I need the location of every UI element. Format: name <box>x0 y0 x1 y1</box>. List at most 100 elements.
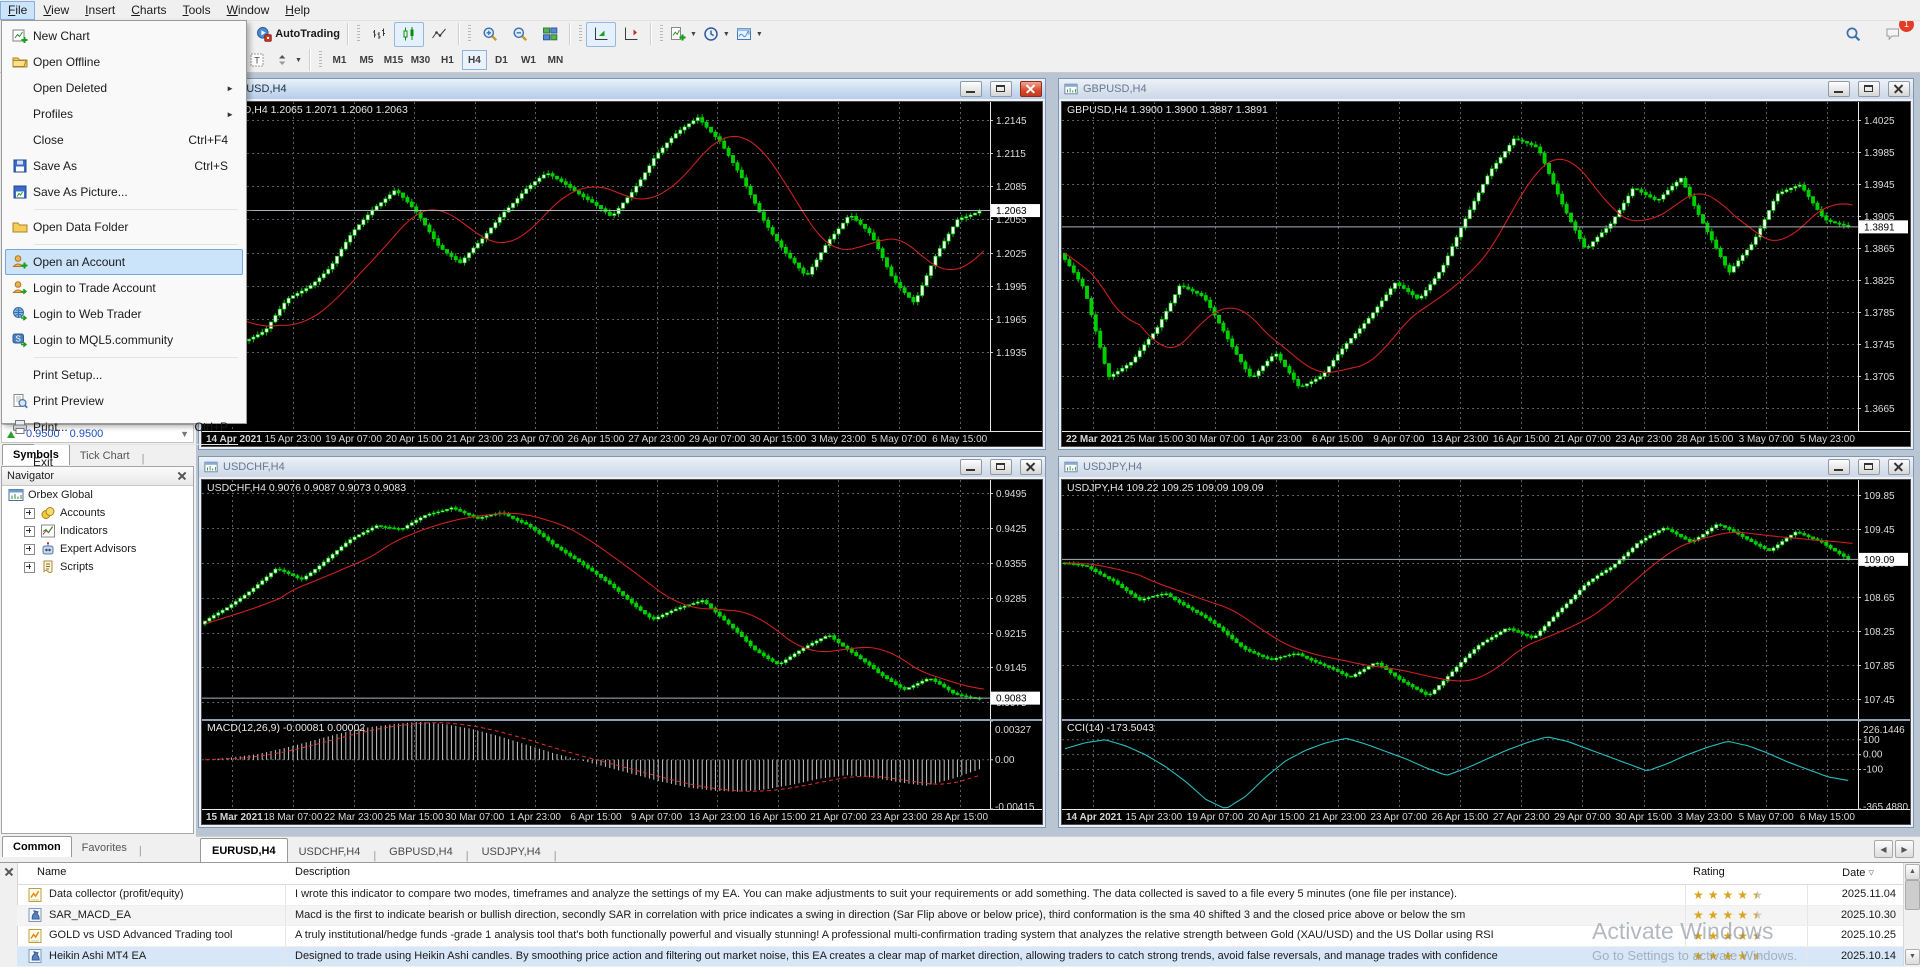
table-row[interactable]: SAR_MACD_EAMacd is the first to indicate… <box>17 906 1904 927</box>
indicators-button[interactable]: ▼ <box>667 22 700 47</box>
minimize-button[interactable] <box>1828 459 1850 475</box>
tab-scroll-right-icon[interactable]: ▶ <box>1895 840 1914 858</box>
column-header-name[interactable]: Name <box>37 866 66 878</box>
timeframe-button-mn[interactable]: MN <box>543 50 568 70</box>
dropdown-caret-icon[interactable]: ▼ <box>295 57 302 64</box>
maximize-button[interactable] <box>1858 459 1880 475</box>
usdchf-chart-area[interactable]: MACD(12,26,9) -0.00081 0.000020.94950.94… <box>201 479 1043 825</box>
scrollbar-thumb[interactable] <box>1905 880 1920 910</box>
toolbar-drag-handle[interactable] <box>578 25 583 43</box>
close-button[interactable] <box>1888 459 1910 475</box>
toolbar-drag-handle[interactable] <box>659 25 664 43</box>
menubar-item-file[interactable]: File <box>0 1 35 20</box>
terminal-close-icon[interactable] <box>3 866 15 878</box>
minimize-button[interactable] <box>1828 81 1850 97</box>
navigator-item-scripts[interactable]: Scripts <box>2 558 193 576</box>
chart-window-titlebar[interactable]: USDJPY,H4 <box>1059 457 1913 477</box>
dropdown-caret-icon[interactable]: ▼ <box>723 31 730 38</box>
templates-button[interactable]: ▼ <box>733 22 766 47</box>
menubar-item-charts[interactable]: Charts <box>123 1 174 20</box>
menubar-item-view[interactable]: View <box>35 1 77 20</box>
file-menu-item-print-preview[interactable]: Print Preview <box>5 388 243 414</box>
table-row[interactable]: Data collector (profit/equity)I wrote th… <box>17 885 1904 906</box>
close-button[interactable] <box>1020 459 1042 475</box>
eurusd-chart-canvas[interactable]: 1.21451.21151.20851.20551.20251.19951.19… <box>202 102 1042 446</box>
usdjpy-chart-canvas[interactable]: 109.85109.45109.05108.65108.25107.85107.… <box>1062 480 1910 824</box>
column-header-rating[interactable]: Rating <box>1693 866 1725 878</box>
minimize-button[interactable] <box>960 81 982 97</box>
expand-plus-icon[interactable] <box>24 508 35 519</box>
chart-shift-button[interactable] <box>616 22 646 47</box>
timeframe-button-h4[interactable]: H4 <box>462 50 487 70</box>
tab-common[interactable]: Common <box>2 836 72 857</box>
periods-button[interactable]: ▼ <box>700 22 733 47</box>
timeframe-button-m30[interactable]: M30 <box>408 50 433 70</box>
close-button[interactable] <box>1020 81 1042 97</box>
close-button[interactable] <box>1888 81 1910 97</box>
scroll-down-icon[interactable]: ▼ <box>1905 949 1920 965</box>
file-menu-item-login-to-web-trader[interactable]: Login to Web Trader <box>5 301 243 327</box>
file-menu-item-profiles[interactable]: Profiles► <box>5 101 243 127</box>
timeframe-button-d1[interactable]: D1 <box>489 50 514 70</box>
notifications-button[interactable]: 1 <box>1878 22 1908 47</box>
chart-tab-usdchf-h4[interactable]: USDCHF,H4 <box>288 842 372 862</box>
autotrading-button[interactable]: AutoTrading <box>253 22 343 47</box>
file-menu-item-login-to-mql5-community[interactable]: SLogin to MQL5.community <box>5 327 243 353</box>
expand-plus-icon[interactable] <box>24 526 35 537</box>
file-menu-item-close[interactable]: CloseCtrl+F4 <box>5 127 243 153</box>
chart-tab-usdjpy-h4[interactable]: USDJPY,H4 <box>471 842 552 862</box>
chart-window-titlebar[interactable]: EURUSD,H4 <box>199 79 1045 99</box>
usdchf-chart-canvas[interactable]: 0.94950.94250.93550.92850.92150.91450.90… <box>202 480 1042 824</box>
bar-chart-button[interactable] <box>364 22 394 47</box>
tab-scroll-left-icon[interactable]: ◀ <box>1874 840 1893 858</box>
file-menu-item-print-setup[interactable]: Print Setup... <box>5 362 243 388</box>
candlestick-button[interactable] <box>394 22 424 47</box>
column-header-date[interactable]: Date ▿ <box>1842 866 1874 879</box>
menubar-item-help[interactable]: Help <box>277 1 318 20</box>
terminal-scrollbar[interactable]: ▲ ▼ <box>1903 863 1920 966</box>
gbpusd-chart-canvas[interactable]: 1.40251.39851.39451.39051.38651.38251.37… <box>1062 102 1910 446</box>
tab-favorites[interactable]: Favorites <box>72 839 137 857</box>
chart-tab-eurusd-h4[interactable]: EURUSD,H4 <box>200 838 288 862</box>
column-header-description[interactable]: Description <box>295 866 350 878</box>
timeframe-button-m5[interactable]: M5 <box>354 50 379 70</box>
chart-tab-gbpusd-h4[interactable]: GBPUSD,H4 <box>378 842 464 862</box>
dropdown-caret-icon[interactable]: ▼ <box>690 31 697 38</box>
gbpusd-chart-area[interactable]: 1.40251.39851.39451.39051.38651.38251.37… <box>1061 101 1911 447</box>
menubar-item-insert[interactable]: Insert <box>77 1 123 20</box>
navigator-item-orbex-global[interactable]: Orbex Global <box>2 486 193 504</box>
navigator-item-indicators[interactable]: Indicators <box>2 522 193 540</box>
toolbar-drag-handle[interactable] <box>467 25 472 43</box>
maximize-button[interactable] <box>1858 81 1880 97</box>
usdjpy-chart-area[interactable]: CCI(14) -173.5043109.85109.45109.05108.6… <box>1061 479 1911 825</box>
file-menu-item-login-to-trade-account[interactable]: Login to Trade Account <box>5 275 243 301</box>
scroll-up-icon[interactable]: ▲ <box>1905 864 1920 880</box>
timeframe-button-m1[interactable]: M1 <box>327 50 352 70</box>
zoom-in-button[interactable] <box>475 22 505 47</box>
maximize-button[interactable] <box>990 459 1012 475</box>
expand-plus-icon[interactable] <box>24 544 35 555</box>
line-chart-button[interactable] <box>424 22 454 47</box>
maximize-button[interactable] <box>990 81 1012 97</box>
eurusd-chart-area[interactable]: 1.21451.21151.20851.20551.20251.19951.19… <box>201 101 1043 447</box>
table-row[interactable]: Heikin Ashi MT4 EADesigned to trade usin… <box>17 947 1904 967</box>
navigator-item-accounts[interactable]: Accounts <box>2 504 193 522</box>
file-menu-item-open-offline[interactable]: Open Offline <box>5 49 243 75</box>
file-menu-item-exit[interactable]: Exit <box>5 449 243 475</box>
menubar-item-tools[interactable]: Tools <box>175 1 219 20</box>
menubar-item-window[interactable]: Window <box>219 1 278 20</box>
toolbar-drag-handle[interactable] <box>356 25 361 43</box>
file-menu-item-print[interactable]: Print...Ctrl+P <box>5 414 243 440</box>
file-menu-item-open-deleted[interactable]: Open Deleted► <box>5 75 243 101</box>
file-menu-item-open-data-folder[interactable]: Open Data Folder <box>5 214 243 240</box>
sort-descending-icon[interactable]: ▿ <box>1865 867 1874 879</box>
table-row[interactable]: GOLD vs USD Advanced Trading toolA truly… <box>17 926 1904 947</box>
timeframe-button-w1[interactable]: W1 <box>516 50 541 70</box>
chart-window-titlebar[interactable]: GBPUSD,H4 <box>1059 79 1913 99</box>
search-button[interactable] <box>1838 22 1868 47</box>
symbol-selector-button[interactable]: ▼ <box>272 48 305 73</box>
chart-window-titlebar[interactable]: USDCHF,H4 <box>199 457 1045 477</box>
file-menu-item-new-chart[interactable]: New Chart <box>5 23 243 49</box>
dropdown-caret-icon[interactable]: ▼ <box>756 31 763 38</box>
timeframe-button-h1[interactable]: H1 <box>435 50 460 70</box>
